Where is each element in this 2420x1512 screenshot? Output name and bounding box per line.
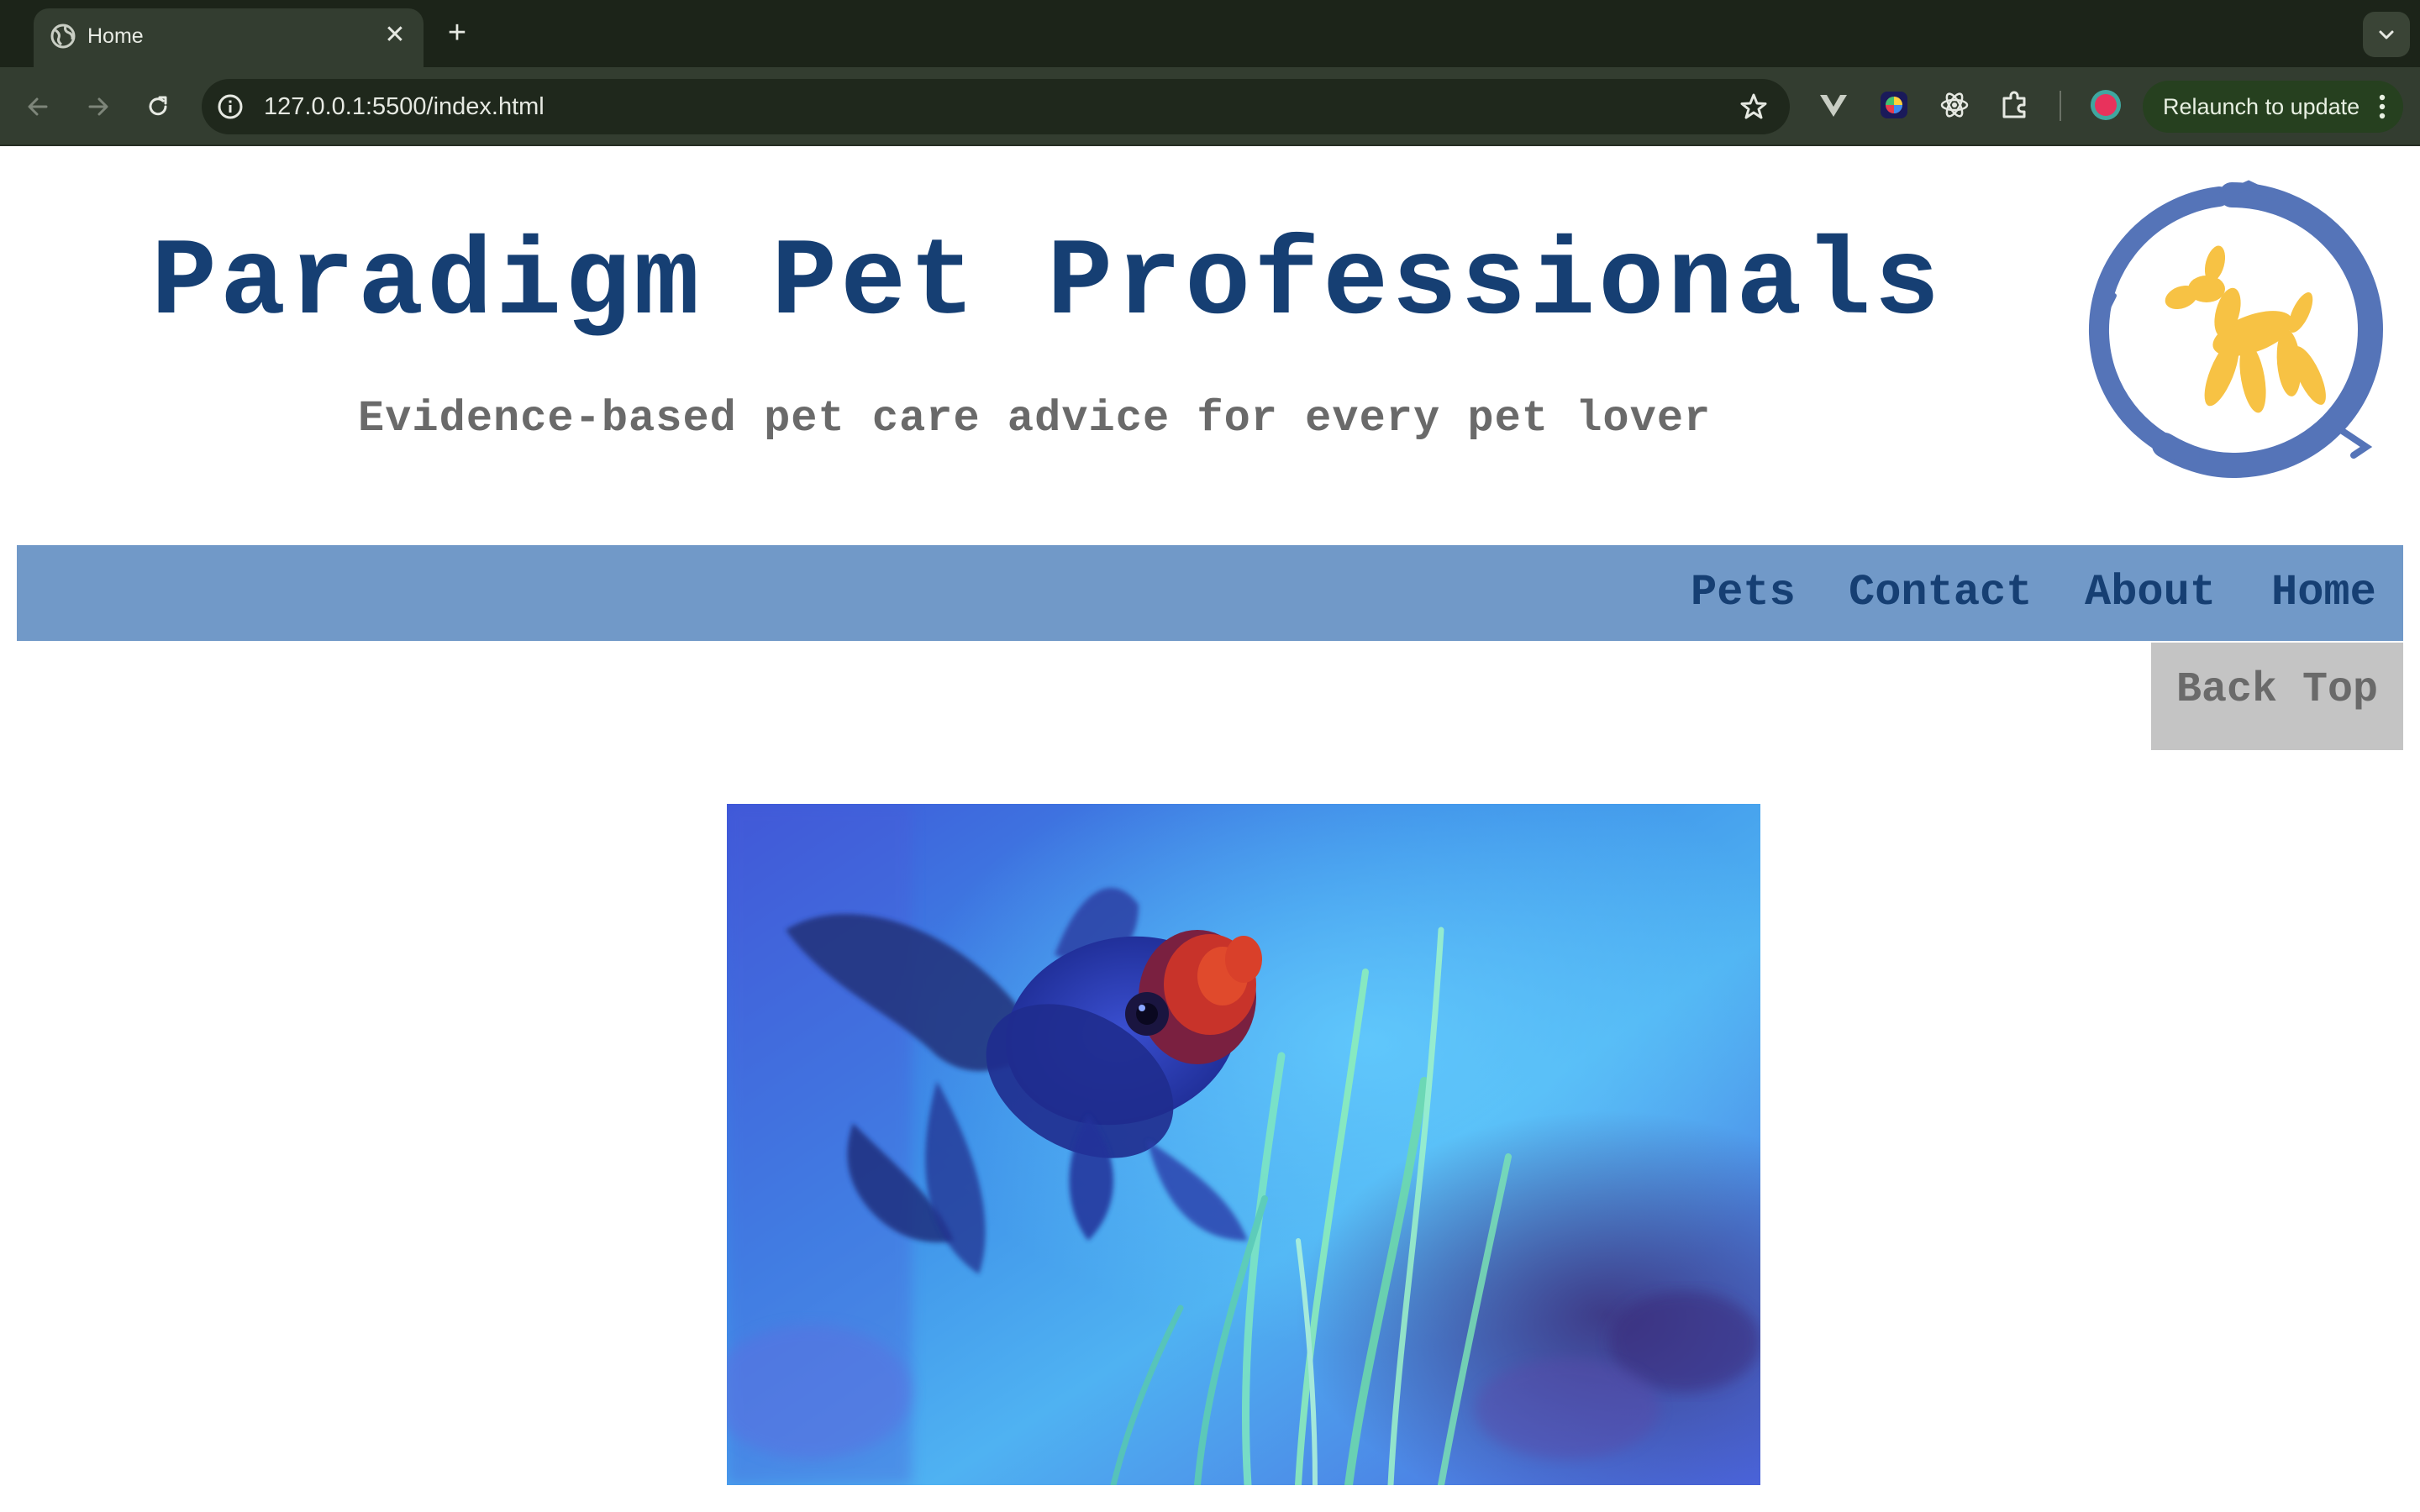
kebab-menu-icon[interactable] bbox=[2376, 92, 2388, 121]
tab-title: Home bbox=[87, 24, 144, 48]
nav-link-about[interactable]: About bbox=[2085, 545, 2216, 641]
browser-tab-active[interactable]: Home ✕ bbox=[34, 8, 424, 67]
new-tab-icon[interactable]: + bbox=[440, 17, 474, 50]
back-to-top-button[interactable]: Back Top bbox=[2151, 643, 2403, 750]
nav-link-pets[interactable]: Pets bbox=[1691, 545, 1796, 641]
address-bar[interactable]: 127.0.0.1:5500/index.html bbox=[202, 79, 1790, 134]
relaunch-label: Relaunch to update bbox=[2163, 94, 2360, 119]
forward-button[interactable] bbox=[77, 86, 119, 128]
web-page: Paradigm Pet Professionals Evidence-base… bbox=[0, 148, 2420, 1512]
profile-avatar-icon[interactable] bbox=[2087, 87, 2124, 123]
vue-devtools-icon[interactable] bbox=[1815, 87, 1852, 123]
balloon-dog-logo-icon bbox=[2081, 178, 2384, 480]
chevron-down-icon bbox=[2379, 30, 2394, 39]
nav-link-contact[interactable]: Contact bbox=[1849, 545, 2032, 641]
site-title: Paradigm Pet Professionals bbox=[151, 223, 1944, 346]
url-text: 127.0.0.1:5500/index.html bbox=[264, 93, 544, 120]
back-button[interactable] bbox=[17, 86, 59, 128]
main-navbar: Pets Contact About Home bbox=[17, 545, 2403, 641]
info-icon[interactable] bbox=[213, 90, 247, 123]
reload-icon bbox=[149, 96, 167, 116]
globe-icon bbox=[49, 22, 77, 50]
color-picker-extension-icon[interactable] bbox=[1876, 87, 1912, 123]
close-icon[interactable]: ✕ bbox=[380, 20, 410, 50]
arrow-left-icon bbox=[28, 97, 48, 116]
site-tagline: Evidence-based pet care advice for every… bbox=[358, 394, 1712, 444]
star-icon[interactable] bbox=[1738, 91, 1770, 123]
react-devtools-icon[interactable] bbox=[1936, 87, 1973, 123]
back-to-top-label: Back Top bbox=[2175, 666, 2379, 714]
browser-toolbar: 127.0.0.1:5500/index.html bbox=[0, 67, 2420, 146]
browser-tabstrip: Home ✕ + bbox=[0, 0, 2420, 67]
goldfish-hero-image bbox=[727, 804, 1760, 1485]
arrow-right-icon bbox=[88, 97, 108, 116]
puzzle-icon[interactable] bbox=[1996, 87, 2033, 123]
reload-button[interactable] bbox=[137, 86, 179, 128]
nav-link-home[interactable]: Home bbox=[2271, 545, 2376, 641]
tab-search-button[interactable] bbox=[2363, 12, 2410, 57]
relaunch-button[interactable]: Relaunch to update bbox=[2143, 81, 2403, 133]
toolbar-divider bbox=[2060, 91, 2061, 121]
